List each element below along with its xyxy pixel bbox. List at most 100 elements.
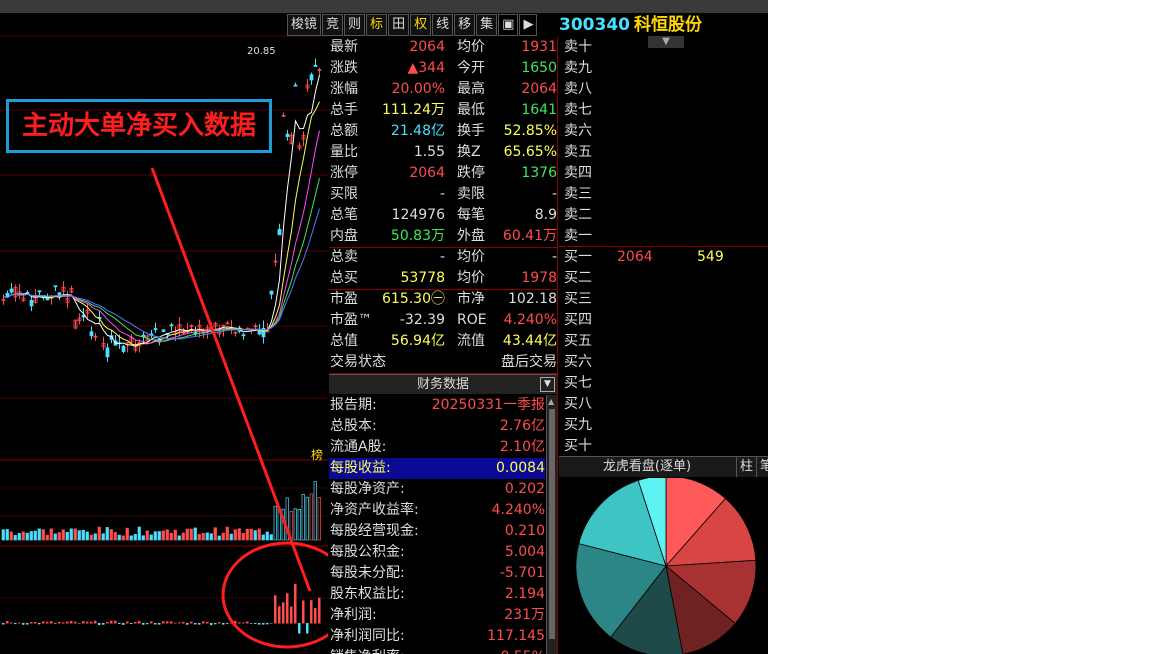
finance-label: 股东权益比: (330, 586, 405, 602)
volume-bar (25, 532, 29, 541)
sell-level[interactable]: 卖八 (559, 79, 768, 100)
quote-l1: 总买 (330, 270, 358, 286)
buy-level[interactable]: 买八 (559, 394, 768, 415)
netflow-bar (214, 623, 217, 625)
buy-level[interactable]: 买十 (559, 436, 768, 457)
quote-v2: 1978 (521, 270, 557, 286)
finance-row[interactable]: 每股净资产: 0.202 (329, 479, 545, 500)
rank-label[interactable]: 榜 (311, 446, 323, 463)
sell-level[interactable]: 卖七 (559, 100, 768, 121)
toolbar-button-8[interactable]: 集 (476, 14, 498, 36)
quote-row: 涨幅 20.00% 最高 2064 (329, 79, 557, 100)
volume-bar (5, 529, 9, 541)
sell-label: 卖一 (564, 228, 592, 244)
toolbar-button-2[interactable]: 则 (344, 14, 366, 36)
finance-row[interactable]: 每股未分配: -5.701 (329, 563, 545, 584)
netflow-bar (130, 623, 133, 624)
sell-level[interactable]: 卖二 (559, 205, 768, 226)
volume-bar (97, 526, 101, 541)
scroll-thumb[interactable] (549, 409, 555, 639)
sell-level[interactable]: 卖一 (559, 226, 768, 247)
netflow-bar (310, 600, 313, 624)
volume-bar (173, 529, 177, 541)
stock-title: 300340 科恒股份 (559, 14, 702, 36)
quote-v2: 60.41万 (502, 228, 557, 244)
toolbar-button-5[interactable]: 权 (410, 14, 432, 36)
finance-row[interactable]: 股东权益比: 2.194 (329, 584, 545, 605)
volume-bar (129, 535, 133, 541)
candle-body (277, 229, 282, 236)
sell-label: 卖九 (564, 60, 592, 76)
toolbar-button-6[interactable]: 线 (432, 14, 454, 36)
buy-level[interactable]: 买一 2064 549 (559, 247, 768, 268)
netflow-bar (270, 623, 273, 624)
quote-row: 内盘 50.83万 外盘 60.41万 (329, 226, 557, 247)
sell-level[interactable]: 卖五 (559, 142, 768, 163)
tab-detail[interactable]: 笔 (756, 457, 768, 477)
buy-price: 2064 (617, 249, 653, 265)
netflow-bar (318, 597, 321, 624)
volume-bar (141, 535, 145, 541)
finance-row[interactable]: 流通A股: 2.10亿 (329, 437, 545, 458)
sell-level[interactable]: 卖九 (559, 58, 768, 79)
sell-level[interactable]: 卖十 (559, 37, 768, 58)
toolbar-button-3[interactable]: 标 (366, 14, 388, 36)
finance-row[interactable]: 净利润同比: 117.145 (329, 626, 545, 647)
buy-level[interactable]: 买七 (559, 373, 768, 394)
volume-bar (85, 531, 89, 541)
chart-toolbar: 梭镜竞则标田权线移集 ▣ ▶ (287, 14, 538, 36)
quote-row: 总卖 - 均价 - (329, 247, 557, 268)
collapse-icon[interactable]: ▼ (540, 377, 555, 392)
quote-l1: 涨幅 (330, 81, 358, 97)
finance-row[interactable]: 每股经营现金: 0.210 (329, 521, 545, 542)
netflow-bar (258, 623, 261, 625)
finance-row[interactable]: 每股公积金: 5.004 (329, 542, 545, 563)
netflow-bar (146, 623, 149, 625)
buy-level[interactable]: 买九 (559, 415, 768, 436)
netflow-bar (122, 623, 125, 625)
buy-level[interactable]: 买三 (559, 289, 768, 310)
netflow-bar (106, 622, 109, 624)
quote-row: 涨跌 ▲344 今开 1650 (329, 58, 557, 79)
buy-level[interactable]: 买五 (559, 331, 768, 352)
toolbar-button-7[interactable]: 移 (454, 14, 476, 36)
quote-l1: 总值 (330, 333, 358, 349)
buy-label: 买三 (564, 291, 592, 307)
volume-bar (41, 529, 45, 541)
moving-average-line (3, 130, 320, 344)
toolbar-button-1[interactable]: 竞 (322, 14, 344, 36)
buy-level[interactable]: 买四 (559, 310, 768, 331)
netflow-bar (58, 621, 61, 624)
finance-value: 2.76亿 (499, 418, 545, 434)
volume-bar (177, 535, 181, 541)
toolbar-button-4[interactable]: 田 (388, 14, 410, 36)
quote-l1: 总额 (330, 123, 358, 139)
netflow-bar (42, 621, 45, 624)
netflow-bar (158, 623, 161, 625)
orderbook-divider (559, 246, 768, 247)
finance-row[interactable]: 销售净利率: 0.55% (329, 647, 545, 654)
toolbar-button-9[interactable]: ▣ (498, 14, 519, 36)
finance-row[interactable]: 净资产收益率: 4.240% (329, 500, 545, 521)
quote-v1: 53778 (400, 270, 445, 286)
finance-row[interactable]: 每股收益: 0.0084 (329, 458, 545, 479)
sell-level[interactable]: 卖四 (559, 163, 768, 184)
netflow-bar (262, 623, 265, 625)
scroll-up-icon[interactable]: ▲ (548, 397, 554, 406)
finance-row[interactable]: 报告期: 20250331一季报 (329, 395, 545, 416)
sell-label: 卖八 (564, 81, 592, 97)
sell-level[interactable]: 卖六 (559, 121, 768, 142)
buy-level[interactable]: 买六 (559, 352, 768, 373)
buy-level[interactable]: 买二 (559, 268, 768, 289)
finance-row[interactable]: 总股本: 2.76亿 (329, 416, 545, 437)
candle-body (257, 330, 262, 335)
finance-row[interactable]: 净利润: 231万 (329, 605, 545, 626)
volume-bar (297, 508, 301, 541)
toolbar-button-0[interactable]: 梭镜 (287, 14, 322, 36)
tab-bar[interactable]: 柱 (736, 457, 756, 477)
sell-level[interactable]: 卖三 (559, 184, 768, 205)
toolbar-button-10[interactable]: ▶ (519, 14, 538, 36)
quote-v2: 盘后交易 (501, 354, 557, 370)
quote-l2: ROE (457, 312, 487, 328)
buy-label: 买十 (564, 438, 592, 454)
